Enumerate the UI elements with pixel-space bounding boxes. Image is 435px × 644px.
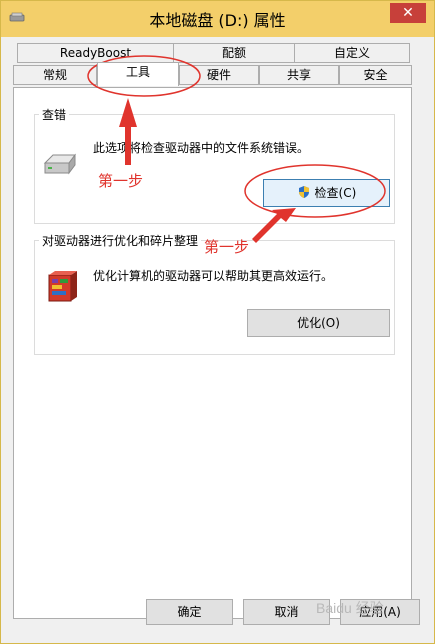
optimize-group: 对驱动器进行优化和碎片整理 优化计算机的驱动器可以帮助其更高效运行。 优化(O): [34, 232, 395, 355]
check-button-label: 检查(C): [314, 186, 357, 200]
error-checking-group: 查错 此选项将检查驱动器中的文件系统错误。 检查(C): [34, 106, 395, 224]
properties-window: 本地磁盘 (D:) 属性 ✕ ReadyBoost 配额 自定义 常规 工具 硬…: [0, 0, 435, 644]
optimize-label: 对驱动器进行优化和碎片整理: [39, 232, 202, 249]
ok-button[interactable]: 确定: [146, 599, 233, 625]
window-title: 本地磁盘 (D:) 属性: [149, 11, 286, 30]
hard-drive-icon: [43, 153, 76, 175]
tab-general[interactable]: 常规: [13, 65, 97, 85]
tab-hardware[interactable]: 硬件: [179, 65, 259, 85]
title-bar[interactable]: 本地磁盘 (D:) 属性 ✕: [1, 1, 434, 37]
close-button[interactable]: ✕: [390, 3, 426, 23]
step2-annotation: 第一步: [204, 238, 250, 256]
tab-readyboost[interactable]: ReadyBoost: [17, 43, 174, 63]
baidu-watermark: Baidu 经验: [316, 600, 384, 616]
optimize-description: 优化计算机的驱动器可以帮助其更高效运行。: [93, 269, 334, 283]
tab-security[interactable]: 安全: [339, 65, 412, 85]
error-checking-description: 此选项将检查驱动器中的文件系统错误。: [93, 141, 310, 155]
tab-quota[interactable]: 配额: [173, 43, 295, 63]
dialog-client: ReadyBoost 配额 自定义 常规 工具 硬件 共享 安全 查错 此选项将…: [9, 37, 426, 635]
tab-sharing[interactable]: 共享: [259, 65, 339, 85]
tab-tools[interactable]: 工具: [97, 62, 179, 86]
shield-icon: [298, 186, 309, 198]
tab-customize[interactable]: 自定义: [294, 43, 410, 63]
tools-tab-panel: 查错 此选项将检查驱动器中的文件系统错误。 检查(C) 对驱动器进行优化和碎片整…: [13, 87, 412, 619]
optimize-button[interactable]: 优化(O): [247, 309, 390, 337]
check-button[interactable]: 检查(C): [263, 179, 390, 207]
defrag-icon: [48, 271, 77, 302]
step1-annotation: 第一步: [98, 172, 144, 190]
error-checking-label: 查错: [39, 106, 70, 123]
